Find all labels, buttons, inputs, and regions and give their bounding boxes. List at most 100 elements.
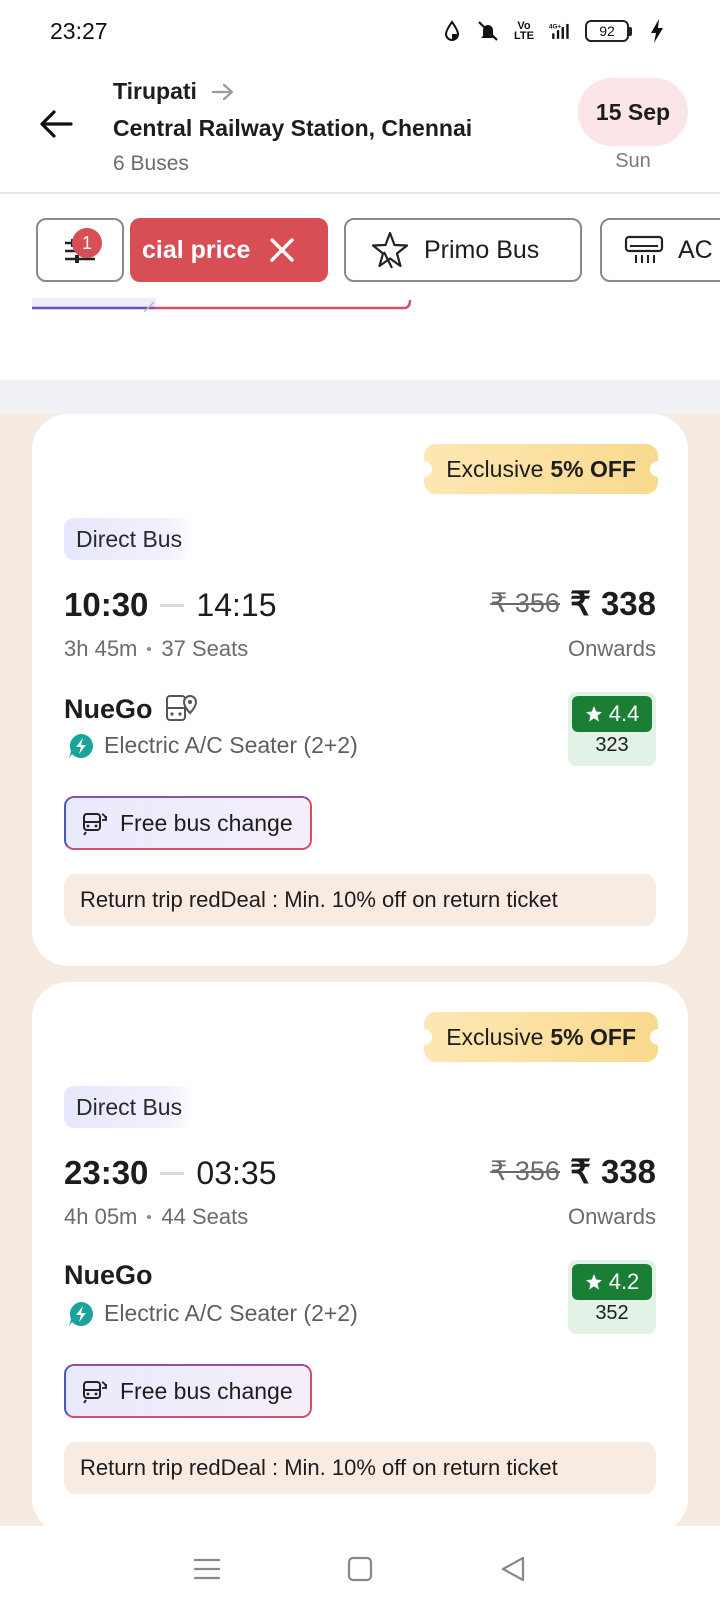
duration: 3h 45m bbox=[64, 636, 138, 661]
rating-value: 4.2 bbox=[608, 1269, 640, 1294]
ac-label: AC bbox=[678, 235, 713, 264]
arrival-time: 14:15 bbox=[196, 586, 277, 623]
operator: NueGo bbox=[64, 692, 199, 726]
triangle-back-icon bbox=[502, 1556, 525, 1582]
offer-prefix: Exclusive bbox=[446, 1023, 544, 1050]
primo-bus-label: Primo Bus bbox=[424, 235, 540, 264]
bus-swap-icon bbox=[83, 813, 107, 836]
home-button[interactable] bbox=[340, 1549, 380, 1589]
journey-meta: 4h 05m 44 Seats bbox=[64, 1204, 248, 1230]
results-list: Exclusive 5% OFF Direct Bus 10:30 14:15 … bbox=[0, 414, 720, 1526]
star-icon bbox=[585, 706, 602, 722]
departure-time: 10:30 bbox=[64, 586, 149, 623]
bus-type: Electric A/C Seater (2+2) bbox=[68, 1300, 358, 1327]
star-icon bbox=[585, 1274, 602, 1290]
time-separator bbox=[160, 1171, 185, 1175]
operator: NueGo bbox=[64, 1260, 153, 1291]
rating-count: 352 bbox=[595, 1302, 629, 1324]
filter-button[interactable]: 1 bbox=[36, 218, 124, 282]
rating-score: 4.4 bbox=[572, 696, 652, 732]
discounted-price: 338 bbox=[600, 1152, 656, 1190]
meta-dot bbox=[147, 1215, 152, 1219]
back-button[interactable] bbox=[34, 102, 78, 146]
offer-tag: Exclusive 5% OFF bbox=[416, 1012, 666, 1062]
to-city: Central Railway Station, Chennai bbox=[113, 115, 473, 141]
time-separator bbox=[160, 603, 185, 607]
meta-dot bbox=[147, 647, 152, 651]
rating-count: 323 bbox=[595, 734, 629, 756]
journey-times: 23:30 03:35 bbox=[64, 1154, 276, 1192]
direct-bus-tag: Direct Bus bbox=[64, 1086, 195, 1128]
free-bus-change-label: Free bus change bbox=[120, 809, 293, 836]
operator-name: NueGo bbox=[64, 693, 153, 724]
seats-available: 44 Seats bbox=[161, 1204, 249, 1229]
offer-value: 5% OFF bbox=[550, 1023, 636, 1050]
recents-button[interactable] bbox=[187, 1549, 227, 1589]
bus-card[interactable]: Exclusive 5% OFF Direct Bus 23:30 03:35 … bbox=[32, 982, 688, 1526]
battery-icon: 92 bbox=[585, 20, 632, 42]
menu-icon bbox=[193, 1558, 220, 1580]
primo-bus-chip[interactable]: Primo Bus bbox=[344, 218, 582, 282]
electric-icon bbox=[69, 733, 93, 758]
special-price-label: cial price bbox=[142, 235, 251, 264]
signal-icon: 4G+ bbox=[549, 18, 571, 44]
free-bus-change-label: Free bus change bbox=[120, 1377, 293, 1404]
departure-time: 23:30 bbox=[64, 1154, 149, 1191]
section-divider bbox=[0, 380, 720, 414]
free-bus-change-tag: Free bus change bbox=[64, 796, 312, 850]
status-icons: Vo LTE 4G+ 92 bbox=[441, 18, 668, 44]
bus-type: Electric A/C Seater (2+2) bbox=[68, 732, 358, 759]
status-time: 23:27 bbox=[50, 18, 108, 44]
operator-name: NueGo bbox=[64, 1260, 153, 1290]
battery-level: 92 bbox=[585, 20, 629, 42]
ac-chip[interactable]: AC bbox=[600, 218, 720, 282]
special-price-chip[interactable]: cial price bbox=[130, 218, 328, 282]
price: ₹ 356 ₹ 338 bbox=[490, 1152, 656, 1191]
currency-symbol: ₹ bbox=[569, 1153, 591, 1190]
rating-badge: 4.4 323 bbox=[568, 692, 656, 766]
volte-icon: Vo LTE bbox=[514, 20, 534, 42]
from-city: Tirupati bbox=[113, 78, 197, 104]
filter-bar: 1 cial price Primo Bus AC bbox=[0, 196, 720, 380]
live-tracking-icon bbox=[165, 694, 197, 721]
return-deal-banner: Return trip redDeal : Min. 10% off on re… bbox=[64, 1442, 656, 1494]
svg-text:4G+: 4G+ bbox=[549, 24, 561, 31]
close-icon[interactable] bbox=[268, 236, 296, 264]
mute-icon bbox=[477, 18, 499, 44]
bus-type-label: Electric A/C Seater (2+2) bbox=[104, 732, 358, 758]
offer-prefix: Exclusive bbox=[446, 455, 544, 482]
arrival-time: 03:35 bbox=[196, 1154, 277, 1191]
back-arrow-icon bbox=[40, 110, 73, 138]
original-price: ₹ 356 bbox=[490, 1156, 560, 1186]
bus-swap-icon bbox=[83, 1381, 107, 1404]
onwards-label: Onwards bbox=[567, 636, 656, 661]
date-day: Sun bbox=[615, 150, 651, 172]
free-bus-change-tag: Free bus change bbox=[64, 1364, 312, 1418]
direct-bus-tag: Direct Bus bbox=[64, 518, 195, 560]
header: Tirupati Central Railway Station, Chenna… bbox=[0, 66, 720, 194]
offer-tag: Exclusive 5% OFF bbox=[416, 444, 666, 494]
route-summary: Tirupati Central Railway Station, Chenna… bbox=[113, 78, 472, 176]
back-nav-button[interactable] bbox=[493, 1549, 533, 1589]
offer-value: 5% OFF bbox=[550, 455, 636, 482]
system-nav-bar bbox=[0, 1526, 720, 1612]
price: ₹ 356 ₹ 338 bbox=[490, 584, 656, 623]
rating-badge: 4.2 352 bbox=[568, 1260, 656, 1334]
promo-banner-edge bbox=[32, 298, 412, 312]
journey-times: 10:30 14:15 bbox=[64, 586, 276, 624]
bus-card[interactable]: Exclusive 5% OFF Direct Bus 10:30 14:15 … bbox=[32, 414, 688, 966]
duration: 4h 05m bbox=[64, 1204, 138, 1229]
data-saver-icon bbox=[441, 18, 463, 44]
currency-symbol: ₹ bbox=[569, 585, 591, 622]
square-icon bbox=[347, 1556, 373, 1582]
star-icon bbox=[371, 231, 409, 269]
original-price: ₹ 356 bbox=[490, 588, 560, 618]
bus-count: 6 Buses bbox=[113, 152, 189, 175]
onwards-label: Onwards bbox=[567, 1204, 656, 1229]
air-conditioner-icon bbox=[624, 235, 664, 263]
charging-icon bbox=[646, 18, 668, 44]
arrow-right-icon bbox=[211, 83, 234, 100]
rating-value: 4.4 bbox=[608, 701, 640, 726]
filter-count-badge: 1 bbox=[72, 228, 102, 258]
date-selector[interactable]: 15 Sep bbox=[578, 78, 688, 146]
